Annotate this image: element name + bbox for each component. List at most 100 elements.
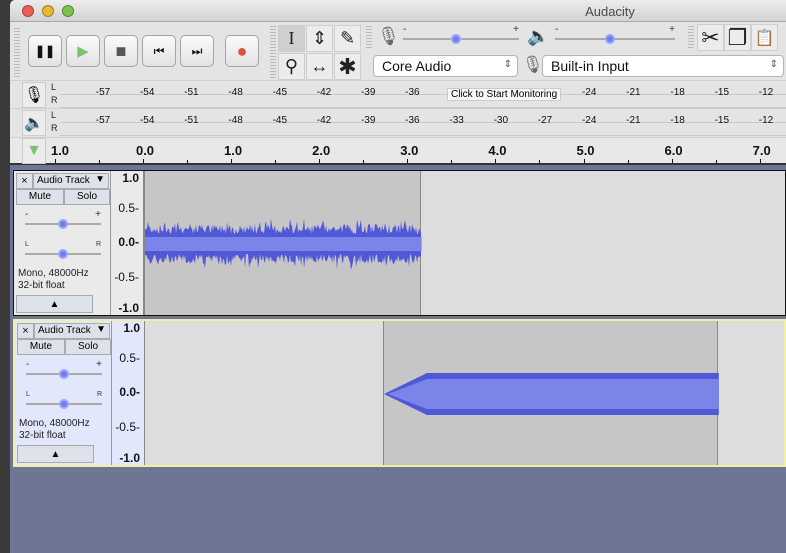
meter-tick: -45	[272, 87, 288, 98]
envelope-tool[interactable]: ⇕	[306, 25, 333, 52]
slider-knob[interactable]	[58, 249, 68, 259]
collapse-track-button[interactable]: ▲	[16, 295, 93, 313]
solo-button[interactable]: Solo	[64, 189, 110, 205]
stop-button[interactable]: ■	[104, 35, 138, 67]
meter-tick: -36	[405, 87, 420, 98]
magnifier-icon: ⚲	[284, 56, 299, 76]
speaker-icon: 🔈	[527, 26, 550, 46]
meter-tick: -42	[316, 87, 332, 98]
gain-slider[interactable]: - +	[26, 359, 102, 379]
close-track-button[interactable]: ×	[17, 323, 34, 339]
meter-tick: -18	[670, 87, 685, 98]
slider-knob[interactable]	[59, 399, 69, 409]
recording-meter[interactable]: 🎙 L R Click to Start Monitoring -57 -54 -5…	[10, 80, 786, 108]
pause-button[interactable]: ❚❚	[28, 35, 62, 67]
waveform-area[interactable]	[144, 171, 785, 315]
ruler-label: 0.5-	[118, 201, 139, 215]
waveform	[145, 218, 422, 270]
slider-knob[interactable]	[605, 34, 615, 44]
track-name: Audio Track	[37, 175, 90, 186]
slider-knob[interactable]	[58, 219, 68, 229]
timeline-label: 7.0	[752, 143, 771, 158]
selection-tool[interactable]: I	[278, 25, 305, 52]
record-button[interactable]: ●	[225, 35, 259, 67]
ruler-label: 0.0-	[118, 235, 139, 249]
slider-knob[interactable]	[59, 369, 69, 379]
timeline-label: 6.0	[664, 143, 683, 158]
ruler-label: 1.0	[123, 321, 140, 335]
zoom-window-button[interactable]	[62, 5, 74, 17]
close-track-button[interactable]: ×	[16, 173, 33, 189]
waveform	[383, 373, 719, 415]
dropdown-arrow-icon: ▼	[96, 324, 106, 335]
triangle-down-icon: ▼	[26, 142, 42, 159]
meter-tick: -42	[316, 115, 332, 126]
play-button[interactable]: ▶	[66, 35, 100, 67]
skip-start-button[interactable]: ⏮	[142, 35, 176, 67]
meter-tick: -48	[228, 115, 243, 126]
skip-start-icon: ⏮	[153, 43, 165, 58]
draw-tool[interactable]: ✎	[334, 25, 361, 52]
pan-slider[interactable]: LR	[25, 241, 101, 259]
timeline-tick	[715, 160, 717, 163]
input-device-select[interactable]: Built-in Input ⇕	[542, 55, 784, 77]
edit-grip[interactable]	[688, 26, 694, 50]
toolbar: ❚❚ ▶ ■ ⏮ ⏭ ● I ⇕ ✎ ⚲ ↔ ✱ 🎙 - + 🔈 - + ✂ ❐ 📋…	[10, 22, 786, 137]
playback-meter[interactable]: 🔈 L R -57 -54 -51 -48 -45 -42 -39 -36 -33 -30 -27 -…	[10, 108, 786, 136]
recording-volume-slider[interactable]: - +	[403, 24, 519, 44]
track-format: Mono, 48000Hz	[19, 418, 90, 429]
timeline-ruler[interactable]: ▼ 1.0 0.0 1.0 2.0 3.0 4.0 5.0 6.0 7.0	[10, 137, 786, 165]
left-channel-label: L	[51, 82, 57, 92]
toolbar-grip[interactable]	[14, 28, 20, 78]
audio-track-selected[interactable]: × Audio Track ▼ Mute Solo - + LR Mono, 480…	[13, 319, 786, 467]
minus-label: -	[403, 24, 407, 35]
track-control-panel[interactable]: × Audio Track ▼ Mute Solo - + LR Mono, 480…	[14, 171, 111, 315]
tools-grip[interactable]	[270, 26, 276, 78]
timeline-tick	[319, 159, 321, 163]
play-head-button[interactable]: ▼	[22, 138, 46, 164]
track-control-panel[interactable]: × Audio Track ▼ Mute Solo - + LR Mono, 480…	[15, 321, 112, 465]
mute-button[interactable]: Mute	[16, 189, 64, 205]
pan-left-label: L	[26, 391, 30, 398]
paste-button[interactable]: 📋	[751, 24, 778, 51]
slider-knob[interactable]	[451, 34, 461, 44]
playback-meter-button[interactable]: 🔈	[22, 110, 46, 136]
audio-clip[interactable]	[144, 171, 422, 315]
audio-track[interactable]: × Audio Track ▼ Mute Solo - + LR Mono, 480…	[13, 170, 786, 316]
meter-tick: -30	[493, 115, 509, 126]
multi-tool[interactable]: ✱	[334, 53, 361, 80]
zoom-tool[interactable]: ⚲	[278, 53, 305, 80]
collapse-track-button[interactable]: ▲	[17, 445, 94, 463]
gain-slider[interactable]: - +	[25, 209, 101, 229]
triangle-up-icon: ▲	[49, 299, 60, 310]
plus-label: +	[669, 24, 675, 35]
track-name-menu[interactable]: Audio Track ▼	[33, 173, 109, 189]
pan-slider[interactable]: LR	[26, 391, 102, 409]
meter-tick: -54	[139, 115, 155, 126]
audio-host-select[interactable]: Core Audio ⇕	[373, 55, 518, 77]
monitor-hint[interactable]: Click to Start Monitoring	[447, 88, 562, 101]
timeshift-tool[interactable]: ↔	[306, 53, 333, 80]
mute-button[interactable]: Mute	[17, 339, 65, 355]
minimize-window-button[interactable]	[42, 5, 54, 17]
track-name-menu[interactable]: Audio Track ▼	[34, 323, 110, 339]
skip-end-button[interactable]: ⏭	[180, 35, 214, 67]
copy-button[interactable]: ❐	[724, 24, 751, 51]
meter-tick: -51	[184, 87, 199, 98]
envelope-icon: ⇕	[311, 28, 328, 48]
scissors-icon: ✂	[701, 24, 720, 50]
cut-button[interactable]: ✂	[697, 24, 724, 51]
close-window-button[interactable]	[22, 5, 34, 17]
track-name: Audio Track	[38, 325, 91, 336]
audio-clip[interactable]	[382, 321, 719, 465]
meter-tick: -57	[95, 87, 111, 98]
meter-tick: -36	[405, 115, 420, 126]
triangle-up-icon: ▲	[50, 449, 61, 460]
recording-meter-button[interactable]: 🎙	[22, 82, 46, 108]
paste-icon: 📋	[754, 29, 775, 47]
playback-volume-slider[interactable]: - +	[555, 24, 675, 44]
waveform-area[interactable]	[145, 321, 784, 465]
ruler-label: -0.5-	[114, 270, 139, 284]
mixer-grip[interactable]	[366, 26, 372, 50]
solo-button[interactable]: Solo	[65, 339, 111, 355]
